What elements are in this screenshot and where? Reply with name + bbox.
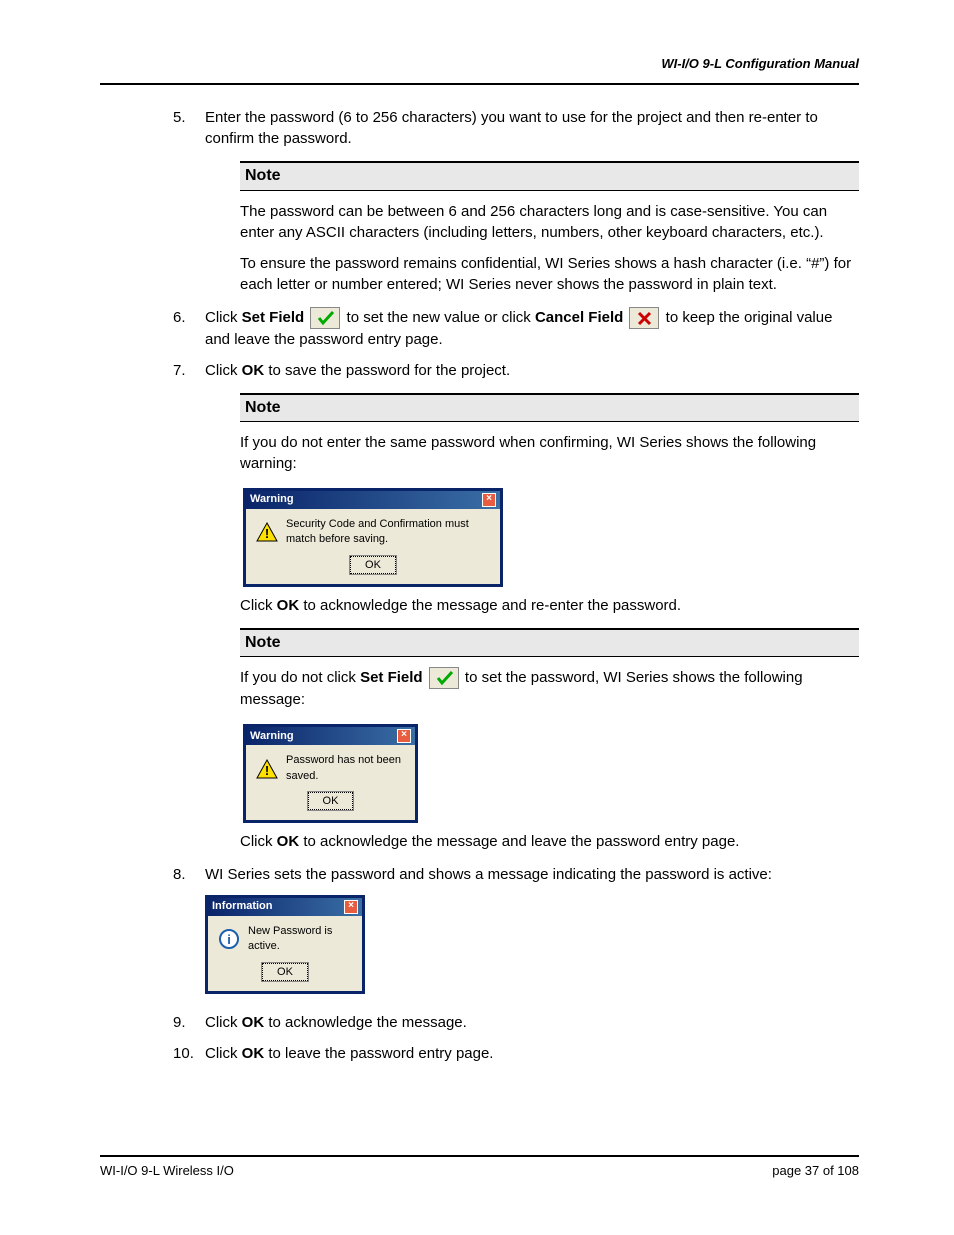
- dialog-titlebar: Warning ×: [246, 491, 500, 509]
- note-2-title: Note: [240, 393, 859, 422]
- step-6: Click Set Field to set the new value or …: [205, 307, 859, 350]
- close-icon[interactable]: ×: [397, 729, 411, 743]
- dialog-message-row: ! Password has not been saved.: [256, 753, 405, 784]
- ok-button[interactable]: OK: [262, 963, 308, 981]
- step-6-cancelfield: Cancel Field: [535, 309, 623, 326]
- dialog-body: ! Security Code and Confirmation must ma…: [246, 509, 500, 584]
- warning-dialog-2: Warning × ! Password has not been saved.…: [243, 724, 418, 823]
- dialog-titlebar: Warning ×: [246, 727, 415, 745]
- ok-button[interactable]: OK: [350, 556, 396, 574]
- note-3-intro: If you do not click Set Field to set the…: [240, 667, 859, 710]
- step-7: Click OK to save the password for the pr…: [205, 360, 859, 852]
- footer-right: page 37 of 108: [772, 1162, 859, 1180]
- warning-dialog-1: Warning × ! Security Code and Confirmati…: [243, 488, 503, 587]
- step-8-text: WI Series sets the password and shows a …: [205, 866, 772, 883]
- footer-rule: [100, 1155, 859, 1157]
- step-5-text: Enter the password (6 to 256 characters)…: [205, 109, 818, 147]
- note-2-intro: If you do not enter the same password wh…: [240, 432, 859, 474]
- note-2-ack: Click OK to acknowledge the message and …: [240, 595, 859, 616]
- information-dialog: Information × i New Password is active. …: [205, 895, 365, 994]
- ok-button[interactable]: OK: [308, 792, 354, 810]
- warning-icon: !: [256, 758, 278, 780]
- note-1: Note The password can be between 6 and 2…: [240, 161, 859, 294]
- dialog-body: i New Password is active. OK: [208, 916, 362, 991]
- dialog-message: Password has not been saved.: [286, 753, 405, 784]
- info-icon: i: [218, 928, 240, 950]
- steps-list: Enter the password (6 to 256 characters)…: [100, 107, 859, 1064]
- step-8: WI Series sets the password and shows a …: [205, 864, 859, 1002]
- note-1-p2: To ensure the password remains confident…: [240, 253, 859, 295]
- document-page: WI-I/O 9-L Configuration Manual Enter th…: [0, 0, 954, 1235]
- dialog-message-row: i New Password is active.: [218, 924, 352, 955]
- checkmark-icon: [310, 307, 340, 329]
- close-icon[interactable]: ×: [344, 900, 358, 914]
- step-9: Click OK to acknowledge the message.: [205, 1012, 859, 1033]
- header-title: WI-I/O 9-L Configuration Manual: [661, 56, 859, 71]
- dialog-body: ! Password has not been saved. OK: [246, 745, 415, 820]
- checkmark-icon: [429, 667, 459, 689]
- dialog-message: New Password is active.: [248, 924, 352, 955]
- svg-text:!: !: [265, 763, 269, 778]
- warning-icon: !: [256, 521, 278, 543]
- step-5: Enter the password (6 to 256 characters)…: [205, 107, 859, 294]
- x-icon: [629, 307, 659, 329]
- step-7-text-b: to save the password for the project.: [264, 362, 510, 379]
- dialog-titlebar: Information ×: [208, 898, 362, 916]
- dialog-message-row: ! Security Code and Confirmation must ma…: [256, 517, 490, 548]
- step-6-setfield: Set Field: [242, 309, 305, 326]
- note-1-title: Note: [240, 161, 859, 190]
- step-7-ok: OK: [242, 362, 265, 379]
- footer-left: WI-I/O 9-L Wireless I/O: [100, 1162, 234, 1180]
- dialog-message: Security Code and Confirmation must matc…: [286, 517, 490, 548]
- page-header: WI-I/O 9-L Configuration Manual: [100, 55, 859, 85]
- step-7-text-a: Click: [205, 362, 242, 379]
- note-1-body: The password can be between 6 and 256 ch…: [240, 191, 859, 295]
- svg-text:i: i: [227, 932, 231, 947]
- svg-text:!: !: [265, 526, 269, 541]
- dialog-title: Warning: [250, 729, 294, 744]
- close-icon[interactable]: ×: [482, 493, 496, 507]
- note-3: Note If you do not click Set Field to se…: [240, 628, 859, 852]
- note-3-title: Note: [240, 628, 859, 657]
- step-6-text-a: Click: [205, 309, 242, 326]
- note-3-body: If you do not click Set Field to set the…: [240, 657, 859, 852]
- step-6-text-b: to set the new value or click: [342, 309, 535, 326]
- note-3-ack: Click OK to acknowledge the message and …: [240, 831, 859, 852]
- note-1-p1: The password can be between 6 and 256 ch…: [240, 201, 859, 243]
- page-footer: WI-I/O 9-L Wireless I/O page 37 of 108: [100, 1162, 859, 1180]
- dialog-title: Information: [212, 899, 273, 914]
- dialog-title: Warning: [250, 492, 294, 507]
- note-2: Note If you do not enter the same passwo…: [240, 393, 859, 616]
- note-2-body: If you do not enter the same password wh…: [240, 422, 859, 616]
- step-10: Click OK to leave the password entry pag…: [205, 1043, 859, 1064]
